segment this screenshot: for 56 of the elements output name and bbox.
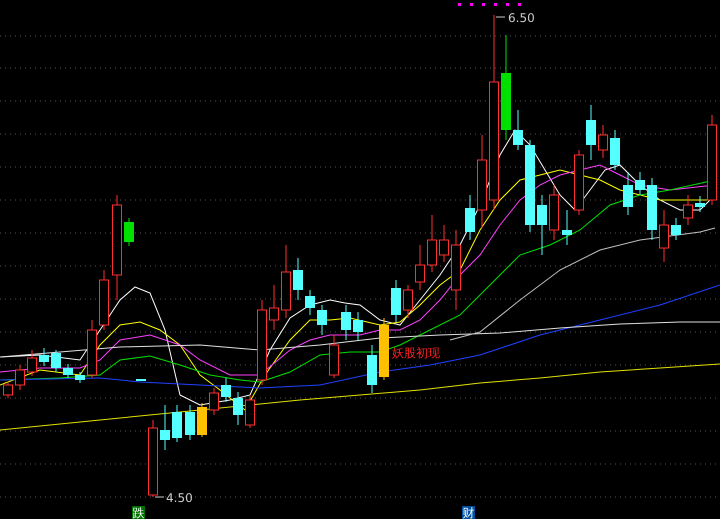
candlestick xyxy=(415,244,425,290)
signal-label: 妖股初现 xyxy=(392,346,440,360)
candlestick xyxy=(317,304,327,336)
candlestick xyxy=(427,214,437,272)
candlestick xyxy=(635,172,645,196)
candlestick xyxy=(513,110,523,150)
candlestick xyxy=(160,404,170,450)
candlestick xyxy=(598,124,608,158)
candlestick xyxy=(63,364,73,378)
candlestick xyxy=(403,284,413,318)
candlestick xyxy=(341,304,351,340)
candlestick xyxy=(353,312,363,340)
candlestick xyxy=(197,402,207,438)
candlestick xyxy=(15,364,25,390)
candlestick xyxy=(465,194,475,240)
high-price-label: 6.50 xyxy=(508,11,535,25)
candlestick xyxy=(99,270,109,330)
candlestick xyxy=(610,130,620,170)
candlestick xyxy=(367,344,377,394)
leader-line xyxy=(496,16,506,18)
candlestick xyxy=(209,388,219,416)
candlestick xyxy=(329,334,339,378)
candlestick xyxy=(233,392,243,426)
candlestick xyxy=(172,404,182,442)
candlestick xyxy=(136,378,146,382)
candlestick xyxy=(293,258,303,300)
candlestick xyxy=(537,194,547,256)
candlestick xyxy=(245,394,255,428)
marker-badge: 财 xyxy=(462,506,475,519)
candlestick xyxy=(574,150,584,216)
candlestick xyxy=(27,350,37,376)
candlestick xyxy=(185,404,195,440)
candlestick xyxy=(659,210,669,262)
candlestick xyxy=(391,280,401,322)
low-price-label: 4.50 xyxy=(166,491,193,505)
candlestick xyxy=(586,104,596,160)
candlestick xyxy=(549,184,559,240)
candlestick xyxy=(695,196,705,212)
candlestick xyxy=(439,224,449,262)
candlestick xyxy=(87,320,97,378)
candlestick xyxy=(3,382,13,398)
candlestick xyxy=(51,350,61,372)
candlestick xyxy=(39,348,49,366)
marker-badge: 跌 xyxy=(132,506,145,519)
candlestick xyxy=(124,218,134,246)
leader-line xyxy=(154,496,164,498)
candlestick xyxy=(647,178,657,240)
candlestick xyxy=(379,318,389,380)
candlestick xyxy=(623,172,633,216)
candlestick xyxy=(221,378,231,402)
candlestick xyxy=(562,210,572,246)
candlestick xyxy=(683,194,693,226)
candlestick xyxy=(305,290,315,316)
candlestick xyxy=(75,372,85,384)
candlestick xyxy=(671,218,681,240)
candlestick xyxy=(269,284,279,330)
